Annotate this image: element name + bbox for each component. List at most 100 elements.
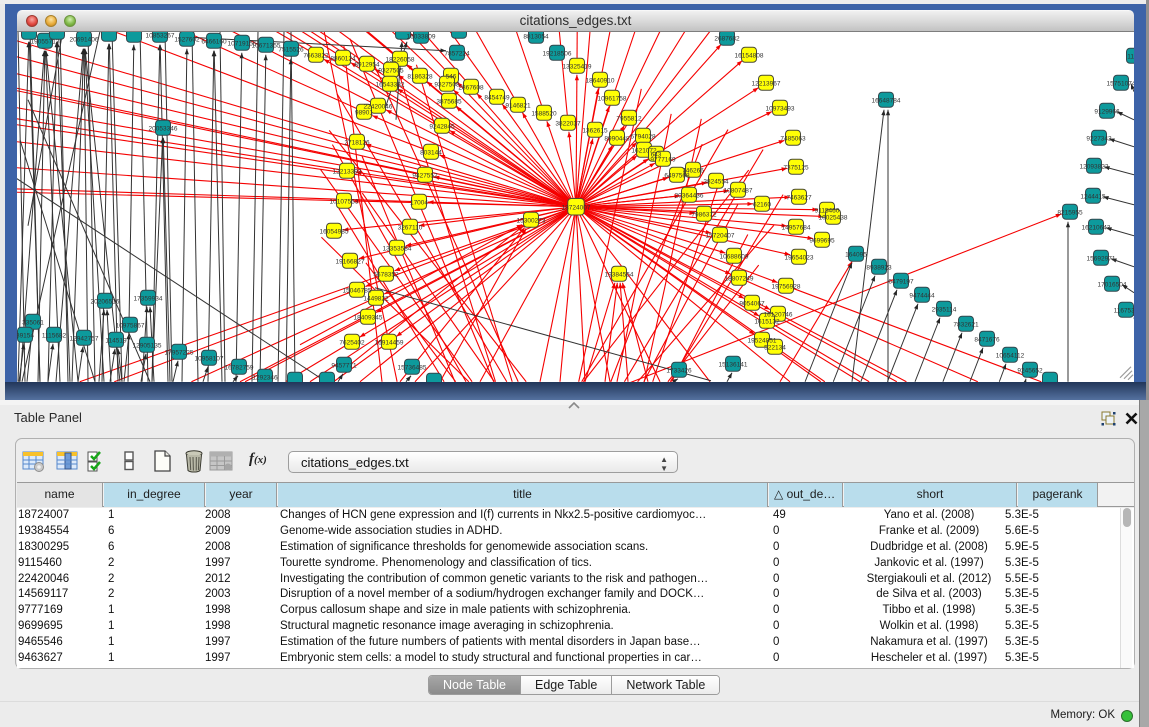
svg-text:16543382: 16543382 — [376, 81, 405, 88]
svg-text:16210643: 16210643 — [1082, 224, 1111, 231]
svg-text:16033809: 16033809 — [407, 33, 436, 40]
svg-text:17957225: 17957225 — [165, 349, 194, 356]
svg-text:3267110: 3267110 — [398, 224, 423, 231]
svg-text:17004: 17004 — [410, 199, 428, 206]
svg-text:9245652: 9245652 — [1017, 367, 1043, 374]
svg-text:1244415: 1244415 — [1080, 193, 1106, 200]
svg-text:3875685: 3875685 — [436, 98, 462, 105]
svg-text:1588520: 1588520 — [531, 110, 557, 117]
svg-text:1615132: 1615132 — [754, 318, 780, 325]
svg-text:8186328: 8186328 — [407, 73, 433, 80]
svg-text:15300273: 15300273 — [517, 217, 546, 224]
svg-text:6794028: 6794028 — [630, 133, 656, 140]
svg-text:1167533: 1167533 — [1114, 307, 1134, 314]
svg-text:5678352: 5678352 — [373, 271, 399, 278]
svg-text:9115460: 9115460 — [815, 207, 840, 214]
svg-text:746266: 746266 — [682, 167, 704, 174]
svg-text:9227342: 9227342 — [1086, 135, 1112, 142]
svg-text:12213393: 12213393 — [333, 168, 362, 175]
svg-text:9699695: 9699695 — [809, 237, 835, 244]
svg-text:9474444: 9474444 — [909, 292, 935, 299]
svg-text:18807249: 18807249 — [725, 275, 754, 282]
svg-text:2867608: 2867608 — [458, 84, 484, 91]
svg-text:19055713: 19055713 — [31, 38, 60, 45]
svg-text:10654112: 10654112 — [996, 352, 1025, 359]
svg-text:39154: 39154 — [17, 332, 34, 339]
svg-text:16054985: 16054985 — [320, 228, 349, 235]
svg-text:98901: 98901 — [355, 109, 373, 116]
svg-text:10025438: 10025438 — [819, 214, 848, 221]
svg-text:15692971: 15692971 — [1087, 255, 1116, 262]
svg-text:9777169: 9777169 — [650, 156, 676, 163]
svg-text:16782759: 16782759 — [225, 364, 254, 371]
svg-text:15720407: 15720407 — [706, 232, 735, 239]
svg-text:1362615: 1362615 — [582, 127, 608, 134]
svg-text:9457771: 9457771 — [331, 362, 357, 369]
svg-text:16648784: 16648784 — [872, 97, 901, 104]
svg-text:114519: 114519 — [105, 337, 127, 344]
svg-text:6466160: 6466160 — [201, 38, 227, 45]
svg-text:3824554: 3824554 — [703, 178, 729, 185]
svg-text:12213967: 12213967 — [752, 80, 781, 87]
svg-text:10107553: 10107553 — [330, 198, 359, 205]
svg-text:19756928: 19756928 — [772, 283, 801, 290]
svg-text:20364436: 20364436 — [675, 192, 704, 199]
svg-text:7986372: 7986372 — [691, 211, 717, 218]
svg-text:15136141: 15136141 — [719, 361, 748, 368]
svg-text:12942757: 12942757 — [70, 335, 99, 342]
svg-text:19166827: 19166827 — [336, 258, 365, 265]
svg-text:10958107: 10958107 — [195, 355, 224, 362]
svg-text:2718126: 2718126 — [344, 139, 370, 146]
svg-text:8454749: 8454749 — [484, 94, 510, 101]
svg-text:18640910: 18640910 — [586, 77, 615, 84]
svg-text:7625402: 7625402 — [339, 339, 365, 346]
svg-text:7375125: 7375125 — [783, 164, 809, 171]
svg-text:3822037: 3822037 — [555, 120, 581, 127]
svg-text:15736485: 15736485 — [398, 364, 427, 371]
svg-text:12905135: 12905135 — [133, 342, 162, 349]
svg-text:803144: 803144 — [420, 149, 442, 156]
svg-text:10973493: 10973493 — [766, 105, 795, 112]
svg-text:20691406: 20691406 — [70, 36, 99, 43]
svg-text:20206516: 20206516 — [91, 298, 120, 305]
svg-text:15046785: 15046785 — [343, 287, 372, 294]
svg-text:19218506: 19218506 — [543, 50, 572, 57]
svg-text:18724007: 18724007 — [562, 204, 591, 211]
svg-text:10961758: 10961758 — [598, 95, 627, 102]
svg-text:546: 546 — [446, 73, 457, 80]
svg-text:7515526: 7515526 — [278, 46, 304, 53]
svg-text:1117: 1117 — [1127, 53, 1134, 60]
svg-text:7463627: 7463627 — [786, 194, 812, 201]
svg-text:1292346: 1292346 — [252, 374, 278, 381]
svg-text:335061: 335061 — [22, 319, 44, 326]
svg-text:9129966: 9129966 — [1094, 108, 1120, 115]
svg-text:2935114: 2935114 — [932, 306, 957, 313]
svg-text:1527602: 1527602 — [174, 36, 200, 43]
svg-text:16914459: 16914459 — [375, 339, 404, 346]
svg-text:8912954: 8912954 — [354, 61, 380, 68]
svg-text:13353584: 13353584 — [383, 245, 412, 252]
svg-text:9242845: 9242845 — [429, 123, 455, 130]
svg-text:9146821: 9146821 — [505, 102, 531, 109]
svg-text:8938923: 8938923 — [866, 264, 892, 271]
svg-text:10688609: 10688609 — [720, 253, 749, 260]
svg-text:16120746: 16120746 — [764, 311, 793, 318]
svg-text:164095: 164095 — [845, 251, 867, 258]
svg-text:15751074: 15751074 — [1107, 80, 1134, 87]
svg-text:9327505: 9327505 — [378, 67, 404, 74]
svg-text:10853267: 10853267 — [146, 32, 175, 39]
svg-text:16154808: 16154808 — [735, 52, 764, 59]
svg-text:1733426: 1733426 — [666, 367, 692, 374]
svg-text:7485063: 7485063 — [780, 135, 806, 142]
svg-text:8860124: 8860124 — [330, 55, 356, 62]
svg-text:19654023: 19654023 — [785, 254, 814, 261]
svg-text:2687682: 2687682 — [714, 35, 740, 42]
svg-text:8471676: 8471676 — [974, 336, 1000, 343]
svg-text:18409345: 18409345 — [354, 314, 383, 321]
svg-text:1115682: 1115682 — [42, 332, 67, 339]
svg-text:7832621: 7832621 — [953, 321, 979, 328]
svg-text:522134: 522134 — [764, 344, 786, 351]
svg-text:17359934: 17359934 — [134, 295, 163, 302]
svg-text:20053346: 20053346 — [149, 125, 178, 132]
svg-text:8215955: 8215955 — [1057, 209, 1083, 216]
